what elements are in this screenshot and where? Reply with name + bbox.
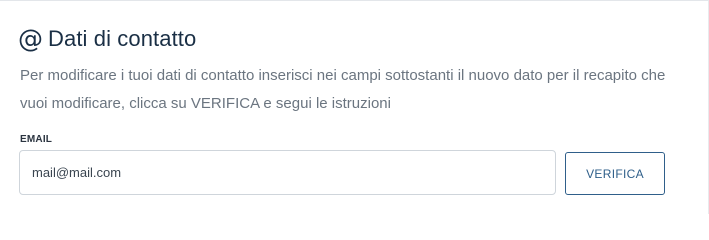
contact-details-card: @ Dati di contatto Per modificare i tuoi…	[0, 0, 709, 214]
email-field[interactable]	[19, 150, 556, 195]
section-description: Per modificare i tuoi dati di contatto i…	[20, 67, 666, 112]
email-field-label: EMAIL	[20, 134, 53, 145]
at-sign-icon: @	[18, 23, 43, 53]
section-title: Dati di contatto	[48, 26, 197, 51]
section-header: @ Dati di contatto	[18, 23, 196, 55]
verify-button[interactable]: VERIFICA	[565, 152, 665, 195]
